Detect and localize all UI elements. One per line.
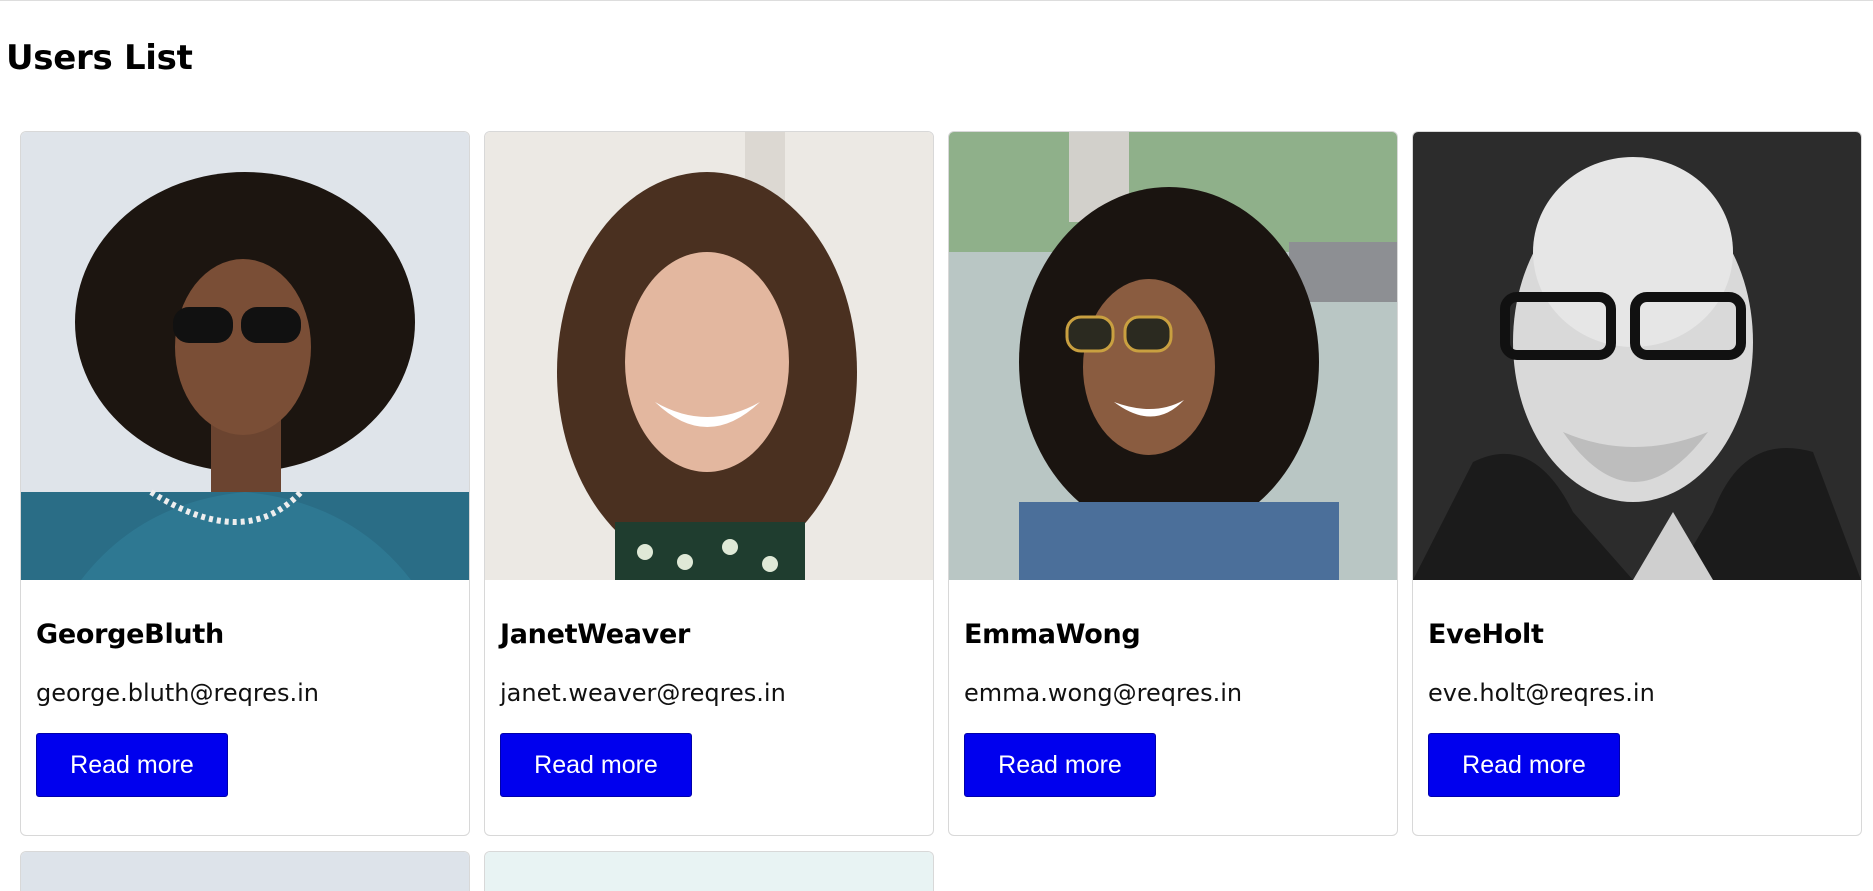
avatar-photo-janet bbox=[485, 132, 933, 580]
user-avatar bbox=[21, 132, 469, 580]
user-card: JanetWeaver janet.weaver@reqres.in Read … bbox=[484, 131, 934, 836]
user-avatar bbox=[1413, 132, 1861, 580]
user-name: EveHolt bbox=[1428, 619, 1544, 650]
user-email: eve.holt@reqres.in bbox=[1428, 679, 1655, 707]
user-email: janet.weaver@reqres.in bbox=[500, 679, 786, 707]
read-more-button[interactable]: Read more bbox=[964, 733, 1156, 797]
read-more-button[interactable]: Read more bbox=[36, 733, 228, 797]
user-name: JanetWeaver bbox=[500, 619, 690, 650]
user-avatar bbox=[949, 132, 1397, 580]
user-card-partial bbox=[20, 851, 470, 891]
user-card: GeorgeBluth george.bluth@reqres.in Read … bbox=[20, 131, 470, 836]
user-email: george.bluth@reqres.in bbox=[36, 679, 319, 707]
user-name: GeorgeBluth bbox=[36, 619, 224, 650]
page-title: Users List bbox=[6, 38, 193, 78]
user-card-partial bbox=[484, 851, 934, 891]
user-card: EveHolt eve.holt@reqres.in Read more bbox=[1412, 131, 1862, 836]
read-more-button[interactable]: Read more bbox=[1428, 733, 1620, 797]
read-more-button[interactable]: Read more bbox=[500, 733, 692, 797]
users-grid: GeorgeBluth george.bluth@reqres.in Read … bbox=[20, 131, 1862, 891]
user-avatar bbox=[485, 132, 933, 580]
user-email: emma.wong@reqres.in bbox=[964, 679, 1243, 707]
avatar-photo-emma bbox=[949, 132, 1397, 580]
user-name: EmmaWong bbox=[964, 619, 1141, 650]
user-avatar bbox=[21, 852, 469, 891]
avatar-photo-george bbox=[21, 132, 469, 580]
user-card: EmmaWong emma.wong@reqres.in Read more bbox=[948, 131, 1398, 836]
top-divider bbox=[0, 0, 1873, 1]
avatar-photo-eve bbox=[1413, 132, 1861, 580]
user-avatar bbox=[485, 852, 933, 891]
